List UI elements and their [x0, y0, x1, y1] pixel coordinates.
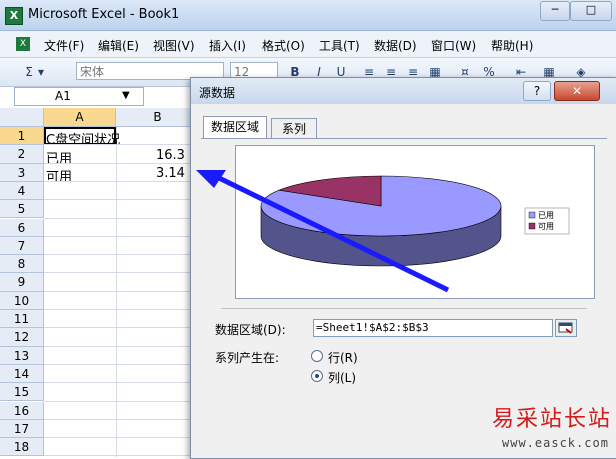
annotation-arrow	[213, 173, 450, 293]
annotation-arrow-layer	[196, 170, 450, 293]
